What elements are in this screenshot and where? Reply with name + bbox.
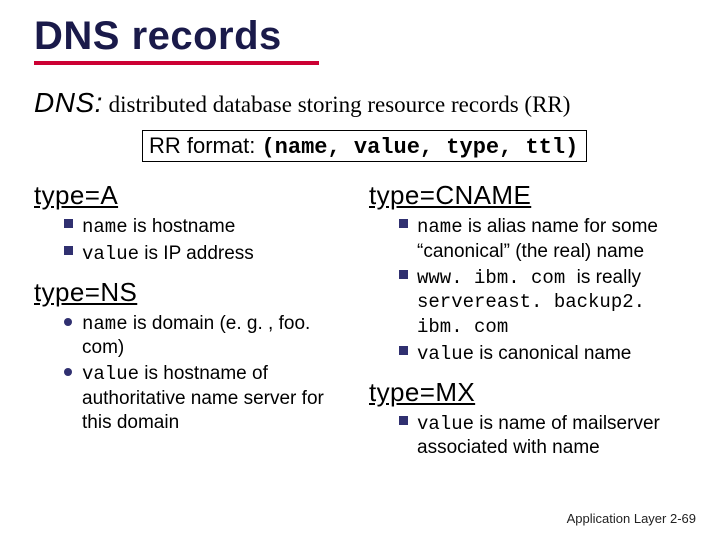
list-item-keyword: name [82, 216, 128, 238]
list-item-text: is IP address [139, 243, 254, 264]
round-bullet-icon [64, 318, 72, 326]
list-item: name is hostname [64, 215, 351, 240]
square-bullet-icon [399, 346, 408, 355]
intro-line: DNS: distributed database storing resour… [34, 87, 686, 119]
list-item-text: is hostname [128, 216, 236, 237]
type-cname-list: name is alias name for some “canonical” … [369, 215, 686, 367]
type-a-list: name is hostname value is IP address [34, 215, 351, 267]
type-mx-heading: type=MX [369, 377, 686, 408]
square-bullet-icon [64, 219, 73, 228]
list-item-keyword: name [417, 216, 463, 238]
list-item: www. ibm. com is really servereast. back… [399, 266, 686, 340]
round-bullet-icon [64, 368, 72, 376]
intro-lead: DNS: [34, 87, 103, 118]
slide: DNS records DNS: distributed database st… [0, 0, 720, 540]
rr-format-label: RR format: [149, 133, 261, 158]
rr-format-row: RR format: (name, value, type, ttl) [34, 133, 686, 160]
columns: type=A name is hostname value is IP addr… [34, 176, 686, 470]
list-item-keyword: value [82, 363, 139, 385]
list-item-keyword: value [417, 413, 474, 435]
square-bullet-icon [64, 246, 73, 255]
list-item-keyword: servereast. backup2. ibm. com [417, 291, 645, 338]
list-item: value is canonical name [399, 342, 686, 367]
type-a-heading: type=A [34, 180, 351, 211]
type-mx-list: value is name of mailserver associated w… [369, 412, 686, 461]
rr-format-tuple: (name, value, type, ttl) [261, 135, 578, 160]
type-cname-heading: type=CNAME [369, 180, 686, 211]
list-item-keyword: www. ibm. com [417, 267, 577, 289]
square-bullet-icon [399, 219, 408, 228]
list-item-text: is really [577, 267, 641, 288]
list-item: value is hostname of authoritative name … [64, 362, 351, 434]
list-item: value is name of mailserver associated w… [399, 412, 686, 461]
left-column: type=A name is hostname value is IP addr… [34, 176, 351, 470]
footer-label: Application Layer [567, 511, 670, 526]
intro-rest: distributed database storing resource re… [103, 92, 571, 117]
square-bullet-icon [399, 270, 408, 279]
list-item: name is domain (e. g. , foo. com) [64, 312, 351, 361]
list-item-keyword: value [82, 243, 139, 265]
footer: Application Layer 2-69 [567, 511, 696, 526]
rr-format-box: RR format: (name, value, type, ttl) [142, 130, 587, 162]
list-item-keyword: value [417, 343, 474, 365]
list-item-keyword: name [82, 313, 128, 335]
list-item: name is alias name for some “canonical” … [399, 215, 686, 264]
footer-page: 2-69 [670, 511, 696, 526]
list-item-text: is canonical name [474, 343, 631, 364]
title-underline [34, 61, 319, 65]
type-ns-heading: type=NS [34, 277, 351, 308]
list-item: value is IP address [64, 242, 351, 267]
right-column: type=CNAME name is alias name for some “… [369, 176, 686, 470]
square-bullet-icon [399, 416, 408, 425]
type-ns-list: name is domain (e. g. , foo. com) value … [34, 312, 351, 435]
slide-title: DNS records [34, 14, 686, 59]
